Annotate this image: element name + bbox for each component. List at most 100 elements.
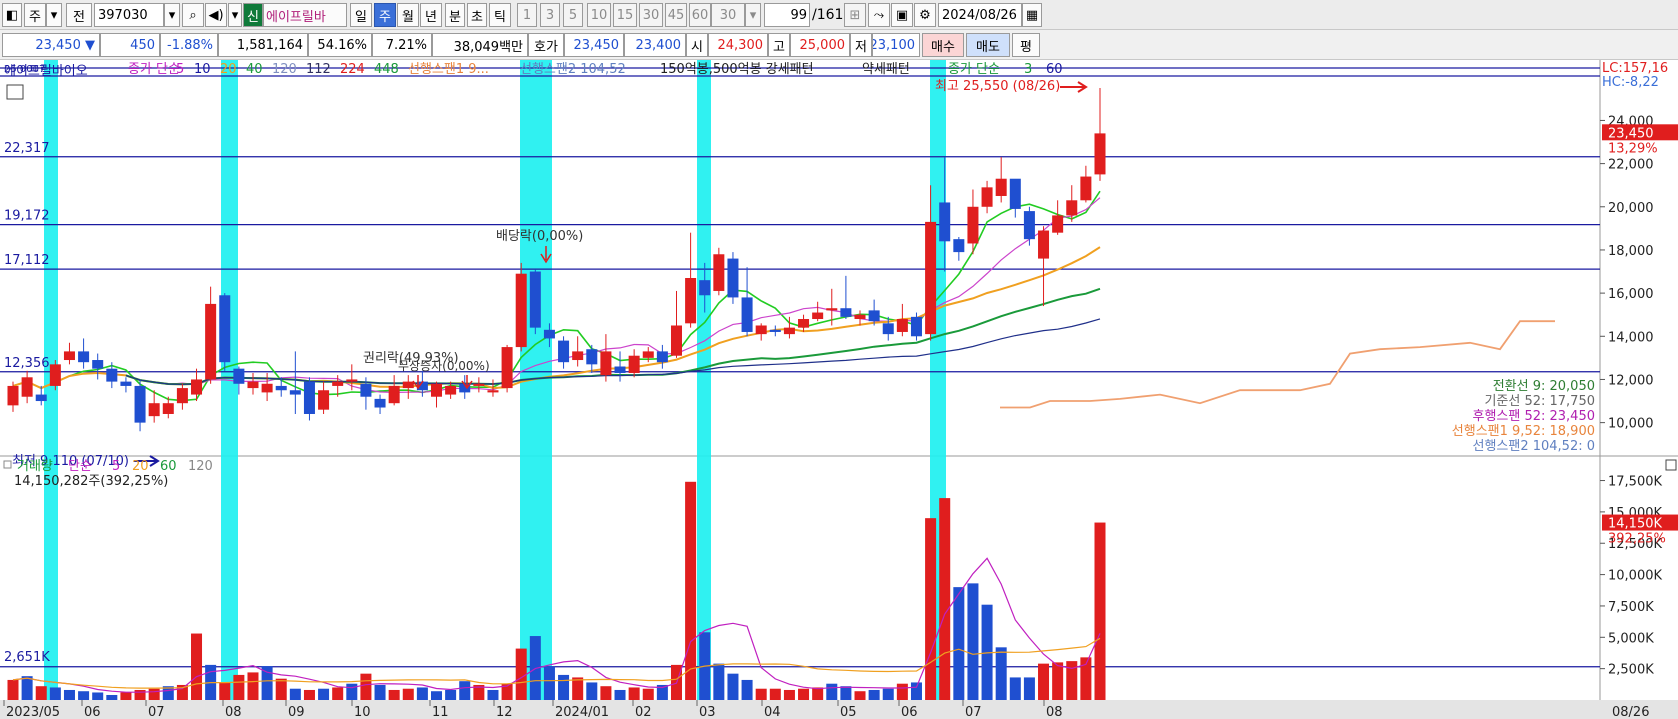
volume-bar (106, 694, 118, 700)
new-badge-label: 신 (247, 9, 259, 25)
open-label: 시 (691, 39, 703, 55)
candle-body (798, 319, 810, 328)
volume-bar (49, 687, 61, 700)
level-label: 12,356 (4, 356, 50, 371)
x-tick-label: 08 (1046, 705, 1063, 719)
volume: 1,581,164 (236, 37, 303, 53)
x-axis-bar (0, 700, 1678, 719)
period-tab-5[interactable]: 초 (467, 3, 487, 27)
volume-bar (1009, 677, 1021, 700)
x-tick-label: 03 (699, 705, 716, 719)
hc-label: HC:-8,22 (1602, 75, 1659, 90)
save-icon[interactable]: ▣ (891, 3, 913, 27)
low-label: 저 (855, 39, 867, 55)
volume-bar (233, 674, 245, 700)
candle-body (868, 310, 880, 322)
candle-body (642, 351, 654, 358)
high-label-box: 고 (768, 33, 790, 57)
candle-body (558, 340, 570, 363)
interval-button-3[interactable]: 3 (540, 3, 560, 27)
x-tick-label: 10 (354, 705, 371, 719)
interval-input[interactable]: 30 (711, 3, 745, 27)
gear-icon[interactable]: ⚙ (914, 3, 936, 27)
buy-button[interactable]: 매수 (922, 33, 964, 57)
code-input[interactable]: 397030 (94, 3, 164, 27)
x-tick-label: 2024/01 (555, 705, 609, 719)
x-tick-label: 12 (496, 705, 513, 719)
period-tab-3[interactable]: 년 (420, 3, 442, 27)
candle-body (713, 254, 725, 291)
chevron-down-icon[interactable]: ▾ (46, 3, 62, 27)
volume-shares: 14,150,282주(392,25%) (14, 474, 168, 489)
volume-bar (798, 688, 810, 700)
count-input[interactable]: 99 (764, 3, 810, 27)
candle-body (134, 385, 146, 423)
interval-button-30[interactable]: 30 (639, 3, 663, 27)
candle-body (727, 258, 739, 298)
stock-name[interactable]: 에이프릴바 (263, 3, 347, 27)
volume-title: 거래량 (17, 459, 53, 474)
interval-button-10[interactable]: 10 (587, 3, 611, 27)
candle-body (374, 398, 386, 408)
volume-bar (275, 678, 287, 700)
period-tab-4[interactable]: 분 (445, 3, 465, 27)
interval-button-45[interactable]: 45 (665, 3, 687, 27)
date-input[interactable]: 2024/08/26 (938, 3, 1022, 27)
price-box: 23,450 ▼ (2, 33, 100, 57)
calendar-icon[interactable]: ▦ (1022, 3, 1042, 27)
stock-chart[interactable]: 24,00022,00020,00018,00016,00014,00012,0… (0, 60, 1678, 719)
price: 23,450 (35, 37, 81, 53)
period-tab-2[interactable]: 월 (397, 3, 419, 27)
volume-bar (713, 663, 725, 700)
flat-button[interactable]: 평 (1012, 33, 1040, 57)
candle-body (783, 327, 795, 335)
date-value: 2024/08/26 (942, 7, 1017, 23)
volume-bar (261, 666, 273, 700)
menu-icon[interactable]: ◧ (2, 3, 22, 27)
sound-icon[interactable]: ◀) (205, 3, 227, 27)
type-select[interactable]: 주 (24, 3, 46, 27)
volume-bar (727, 673, 739, 700)
period-tab-6[interactable]: 틱 (489, 3, 511, 27)
candle-body (233, 368, 245, 384)
sound-dropdown-icon[interactable]: ▾ (228, 3, 242, 27)
trend-icon[interactable]: ⤳ (868, 3, 890, 27)
candle-body (854, 314, 866, 320)
volume-current-label: 14,150K (1608, 517, 1662, 532)
volume-bar (1052, 662, 1064, 700)
type-label: 주 (29, 9, 41, 25)
quote-bar: 23,450 ▼ 450 -1.88% 1,581,164 54.16% 7.2… (0, 30, 1678, 60)
search-icon[interactable]: ⌕ (182, 3, 204, 27)
prev-button[interactable]: 전 (66, 3, 92, 27)
candle-body (953, 239, 965, 253)
candle-body (7, 385, 19, 406)
ask-box: 23,450 (564, 33, 624, 57)
legend-span2: 선행스팬2 104,52 (520, 61, 626, 77)
period-tab-1[interactable]: 주 (374, 3, 396, 27)
code-dropdown-icon[interactable]: ▾ (164, 3, 180, 27)
x-tick-label: 08 (225, 705, 242, 719)
volume-bar (416, 687, 428, 700)
interval-dropdown-icon[interactable]: ▾ (745, 3, 761, 27)
y-tick-label: 20,000 (1608, 201, 1654, 216)
volume-pct-label: 392,25% (1608, 532, 1666, 547)
ask: 23,450 (573, 37, 620, 53)
candle-body (741, 297, 753, 332)
interval-button-5[interactable]: 5 (563, 3, 583, 27)
interval-button-15[interactable]: 15 (613, 3, 637, 27)
vol-y-tick-label: 5,000K (1608, 631, 1654, 646)
compare-icon[interactable]: ⊞ (844, 3, 866, 27)
candle-body (840, 308, 852, 317)
high-label: 고 (773, 39, 785, 55)
candle-body (332, 381, 344, 386)
legend-stock: 에이프릴바이오 (4, 64, 88, 79)
candle-body (614, 366, 626, 373)
x-tick-label: 06 (901, 705, 918, 719)
amount: 38,049백만 (453, 39, 523, 55)
change-pct-box: -1.88% (160, 33, 218, 57)
period-tab-0[interactable]: 일 (350, 3, 372, 27)
candle-body (191, 379, 203, 395)
interval-button-1[interactable]: 1 (517, 3, 537, 27)
interval-button-60[interactable]: 60 (689, 3, 711, 27)
sell-button[interactable]: 매도 (966, 33, 1010, 57)
